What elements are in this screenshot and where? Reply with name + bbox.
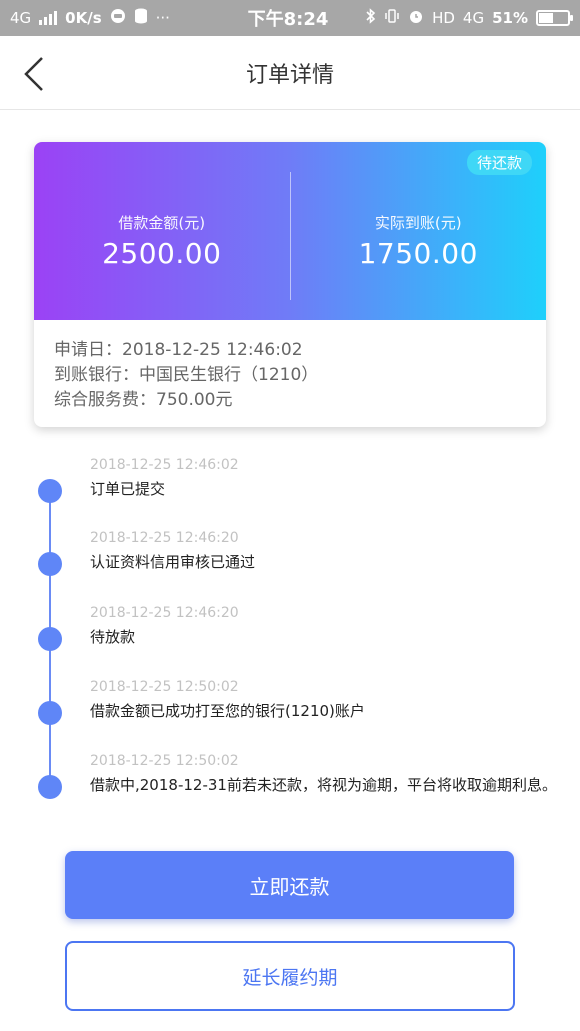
- timeline-item: 2018-12-25 12:46:20 待放款: [0, 603, 580, 663]
- chat-icon: [110, 8, 126, 28]
- timeline-item: 2018-12-25 12:50:02 借款金额已成功打至您的银行(1210)账…: [0, 677, 580, 737]
- signal-icon: [39, 11, 58, 25]
- loan-amount-value: 2500.00: [102, 237, 222, 270]
- loan-amount-label: 借款金额(元): [118, 214, 206, 232]
- battery-percent: 51%: [492, 9, 528, 27]
- timeline-time: 2018-12-25 12:50:02: [90, 679, 239, 695]
- battery-icon: [536, 10, 573, 26]
- timeline-item: 2018-12-25 12:46:20 认证资料信用审核已通过: [0, 528, 580, 588]
- timeline-text: 订单已提交: [90, 480, 166, 498]
- timeline-item: 2018-12-25 12:46:02 订单已提交: [0, 455, 580, 515]
- database-icon: [134, 8, 148, 28]
- timeline-time: 2018-12-25 12:46:20: [90, 605, 239, 621]
- hd-label: HD: [432, 9, 455, 27]
- amount-panel: 待还款 借款金额(元) 2500.00 实际到账(元) 1750.00: [34, 142, 546, 320]
- timeline-time: 2018-12-25 12:50:02: [90, 753, 239, 769]
- repay-now-button[interactable]: 立即还款: [65, 851, 514, 919]
- timeline-dot: [38, 479, 62, 503]
- status-bar: 4G 0K/s ··· 下午8:24 HD 4G 51%: [0, 0, 580, 36]
- extend-term-button[interactable]: 延长履约期: [65, 941, 515, 1011]
- timeline-item: 2018-12-25 12:50:02 借款中,2018-12-31前若未还款，…: [0, 751, 580, 811]
- received-amount-label: 实际到账(元): [374, 214, 462, 232]
- nav-bar: 订单详情: [0, 36, 580, 110]
- service-fee: 综合服务费：750.00元: [54, 390, 233, 410]
- net-speed: 0K/s: [65, 9, 102, 27]
- received-amount: 实际到账(元) 1750.00: [291, 192, 547, 270]
- battery-fill: [539, 13, 554, 23]
- order-summary-card: 待还款 借款金额(元) 2500.00 实际到账(元) 1750.00 申请日：…: [34, 142, 546, 427]
- order-info: 申请日：2018-12-25 12:46:02 到账银行：中国民生银行（1210…: [34, 320, 546, 413]
- timeline-dot: [38, 701, 62, 725]
- clock: 下午8:24: [247, 9, 329, 30]
- network-label: 4G: [10, 9, 32, 27]
- bluetooth-icon: [366, 8, 376, 28]
- loan-amount: 借款金额(元) 2500.00: [34, 192, 290, 270]
- status-badge: 待还款: [466, 150, 532, 175]
- timeline-dot: [38, 627, 62, 651]
- received-amount-value: 1750.00: [358, 237, 478, 270]
- network-right-label: 4G: [462, 9, 485, 27]
- timeline-time: 2018-12-25 12:46:20: [90, 530, 239, 546]
- status-left: 4G 0K/s ···: [10, 8, 170, 28]
- timeline-dot: [38, 552, 62, 576]
- more-dots: ···: [155, 9, 170, 27]
- page-title: 订单详情: [245, 62, 334, 88]
- receiving-bank: 到账银行：中国民生银行（1210）: [54, 365, 319, 385]
- back-button[interactable]: [14, 54, 54, 94]
- status-right: HD 4G 51%: [366, 8, 573, 28]
- alarm-icon: [408, 8, 424, 28]
- chevron-left-icon: [24, 57, 43, 91]
- timeline-text: 待放款: [90, 628, 136, 646]
- vibrate-icon: [384, 8, 400, 28]
- timeline-text: 借款中,2018-12-31前若未还款，将视为逾期，平台将收取逾期利息。: [90, 776, 557, 794]
- timeline-text: 借款金额已成功打至您的银行(1210)账户: [90, 702, 365, 720]
- timeline-text: 认证资料信用审核已通过: [90, 553, 256, 571]
- timeline-dot: [38, 775, 62, 799]
- timeline-time: 2018-12-25 12:46:02: [90, 457, 239, 473]
- apply-date: 申请日：2018-12-25 12:46:02: [54, 340, 303, 360]
